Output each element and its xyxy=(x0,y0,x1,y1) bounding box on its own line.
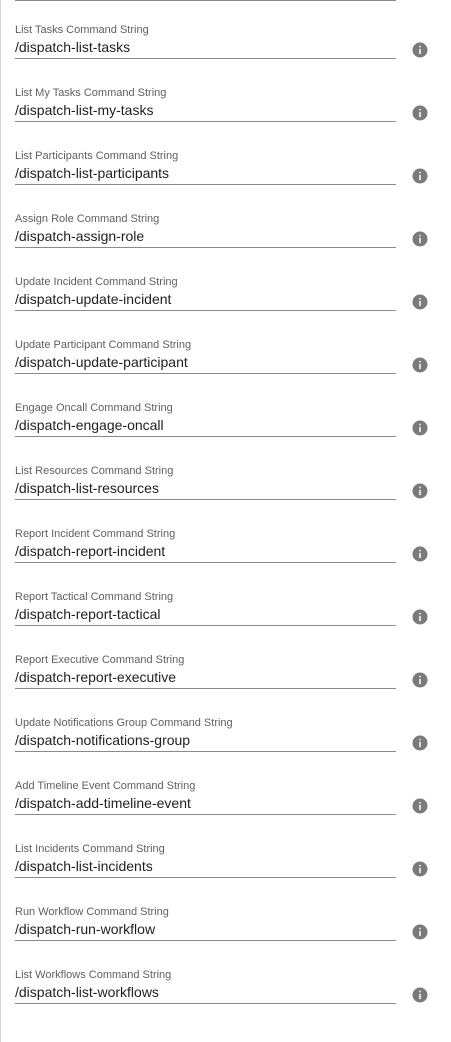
list-incidents-command-input[interactable] xyxy=(15,855,396,878)
info-circle-icon[interactable] xyxy=(411,671,429,689)
field-run-workflow: Run Workflow Command String xyxy=(0,906,451,969)
update-notifications-group-command-input[interactable] xyxy=(15,729,396,752)
info-circle-icon[interactable] xyxy=(411,419,429,437)
list-resources-command-input[interactable] xyxy=(15,477,396,500)
list-participants-command-input[interactable] xyxy=(15,162,396,185)
field-assign-role: Assign Role Command String xyxy=(0,213,451,276)
info-circle-icon[interactable] xyxy=(411,545,429,563)
field-report-executive: Report Executive Command String xyxy=(0,654,451,717)
info-circle-icon[interactable] xyxy=(411,860,429,878)
report-tactical-command-input[interactable] xyxy=(15,603,396,626)
field-list-incidents: List Incidents Command String xyxy=(0,843,451,906)
add-timeline-event-command-input[interactable] xyxy=(15,792,396,815)
info-circle-icon[interactable] xyxy=(411,293,429,311)
field-report-incident: Report Incident Command String xyxy=(0,528,451,591)
info-circle-icon[interactable] xyxy=(411,104,429,122)
field-update-notifications-group: Update Notifications Group Command Strin… xyxy=(0,717,451,780)
info-circle-icon[interactable] xyxy=(411,797,429,815)
info-circle-icon[interactable] xyxy=(411,356,429,374)
run-workflow-command-input[interactable] xyxy=(15,918,396,941)
field-list-workflows: List Workflows Command String xyxy=(0,969,451,1032)
info-circle-icon[interactable] xyxy=(411,986,429,1004)
field-update-participant: Update Participant Command String xyxy=(0,339,451,402)
update-participant-command-input[interactable] xyxy=(15,351,396,374)
update-incident-command-input[interactable] xyxy=(15,288,396,311)
list-workflows-command-input[interactable] xyxy=(15,981,396,1004)
field-engage-oncall: Engage Oncall Command String xyxy=(0,402,451,465)
engage-oncall-command-input[interactable] xyxy=(15,414,396,437)
previous-field-underline xyxy=(15,0,396,1)
report-executive-command-input[interactable] xyxy=(15,666,396,689)
assign-role-command-input[interactable] xyxy=(15,225,396,248)
field-list-resources: List Resources Command String xyxy=(0,465,451,528)
info-circle-icon[interactable] xyxy=(411,608,429,626)
list-my-tasks-command-input[interactable] xyxy=(15,99,396,122)
list-tasks-command-input[interactable] xyxy=(15,36,396,59)
info-circle-icon[interactable] xyxy=(411,923,429,941)
field-report-tactical: Report Tactical Command String xyxy=(0,591,451,654)
info-circle-icon[interactable] xyxy=(411,230,429,248)
field-add-timeline-event: Add Timeline Event Command String xyxy=(0,780,451,843)
info-circle-icon[interactable] xyxy=(411,482,429,500)
field-list-participants: List Participants Command String xyxy=(0,150,451,213)
info-circle-icon[interactable] xyxy=(411,167,429,185)
field-list-tasks: List Tasks Command String xyxy=(0,24,451,87)
report-incident-command-input[interactable] xyxy=(15,540,396,563)
info-circle-icon[interactable] xyxy=(411,734,429,752)
info-circle-icon[interactable] xyxy=(411,41,429,59)
field-list-my-tasks: List My Tasks Command String xyxy=(0,87,451,150)
field-update-incident: Update Incident Command String xyxy=(0,276,451,339)
